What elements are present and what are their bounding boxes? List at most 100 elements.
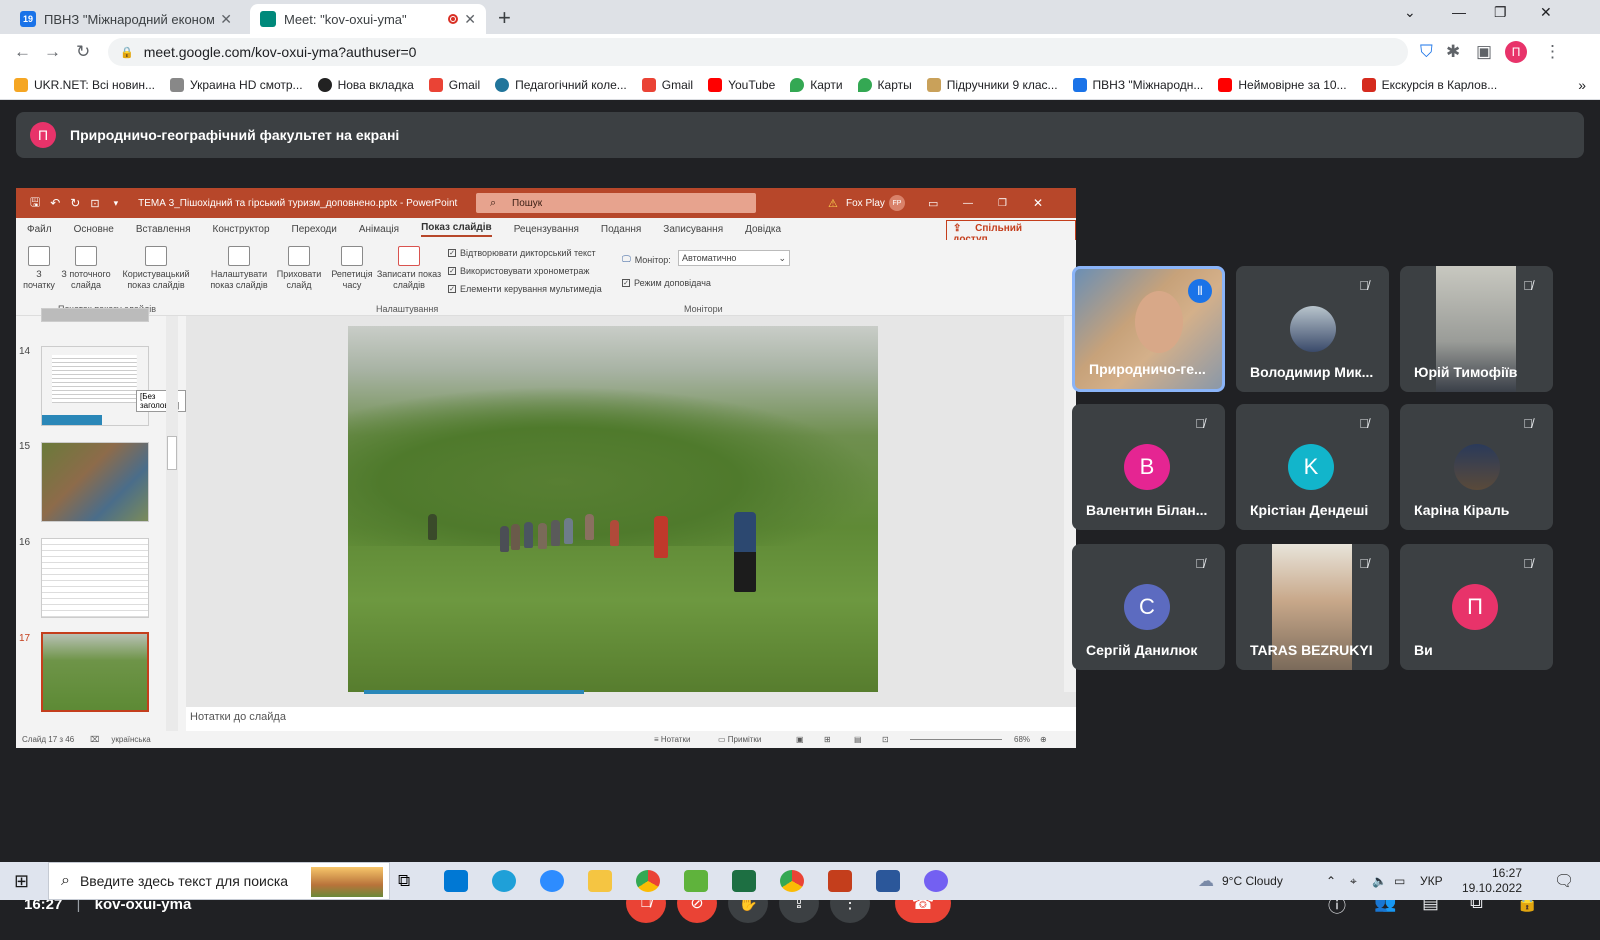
rehearse-button[interactable]: Репетиція часу [330, 246, 374, 291]
participant-tile[interactable]: 🎙̸ В Валентин Білан... [1072, 404, 1225, 530]
bookmark[interactable]: Педагогічний коле... [495, 77, 627, 92]
slide-thumbnail[interactable] [41, 442, 149, 522]
reload-icon[interactable]: ↻ [76, 42, 90, 62]
presenter-view-checkbox[interactable]: ✓ Режим доповідача [622, 278, 711, 288]
monitor-select[interactable]: Автоматично ⌄ [678, 250, 790, 266]
zoom-icon[interactable] [540, 870, 564, 892]
viber-icon[interactable] [924, 870, 948, 892]
minimize-button[interactable]: — [1452, 4, 1466, 20]
participant-tile[interactable]: 🎙̸ П Ви [1400, 544, 1553, 670]
side-panel-icon[interactable]: ▣ [1476, 42, 1492, 62]
windows-start-icon[interactable]: ⊞ [14, 871, 29, 892]
redo-icon[interactable]: ↻ [70, 196, 80, 210]
restore-button[interactable]: ❐ [1494, 4, 1507, 21]
url-bar[interactable]: 🔒 meet.google.com/kov-oxui-yma?authuser=… [108, 38, 1408, 66]
tab-insert[interactable]: Вставлення [136, 224, 191, 235]
close-window-button[interactable]: ✕ [1540, 4, 1552, 21]
comments-button[interactable]: ▭ Примітки [718, 735, 761, 744]
excel-icon[interactable] [732, 870, 756, 892]
bookmark[interactable]: Украина HD смотр... [170, 77, 303, 92]
slideshow-view-icon[interactable]: ⊡ [882, 735, 889, 744]
tab-transitions[interactable]: Переходи [292, 224, 337, 235]
from-current-button[interactable]: З поточного слайда [58, 246, 114, 291]
weather-widget[interactable]: ☁ 9°C Cloudy [1198, 862, 1283, 900]
edge-icon[interactable] [492, 870, 516, 892]
customize-qat-icon[interactable]: ▾ [114, 198, 119, 209]
slide-sorter-icon[interactable]: ⊞ [824, 735, 831, 744]
setup-show-button[interactable]: Налаштувати показ слайдів [206, 246, 272, 291]
slide-thumbnail[interactable] [41, 308, 149, 322]
tab-slideshow[interactable]: Показ слайдів [421, 222, 492, 237]
bookmark[interactable]: Неймовірне за 10... [1218, 77, 1347, 92]
close-tab-icon[interactable]: ✕ [220, 11, 232, 28]
record-show-button[interactable]: Записати показ слайдів [374, 246, 444, 291]
save-icon[interactable]: 🖫 [30, 193, 40, 214]
more-bookmarks-icon[interactable]: » [1578, 77, 1586, 93]
volume-icon[interactable]: 🔈 [1372, 862, 1387, 900]
powerpoint-icon[interactable] [828, 870, 852, 892]
profile-avatar[interactable]: П [1505, 41, 1527, 63]
notes-button[interactable]: ≡ Нотатки [654, 735, 690, 744]
extensions-icon[interactable]: ✱ [1446, 42, 1460, 62]
file-explorer-icon[interactable] [588, 870, 612, 892]
utorrent-icon[interactable] [684, 870, 708, 892]
participant-tile[interactable]: 🎙̸ Володимир Мик... [1236, 266, 1389, 392]
participant-tile[interactable]: ⦀ Природничо-ге... [1072, 266, 1225, 392]
reading-view-icon[interactable]: ▤ [854, 735, 862, 744]
language[interactable]: українська [111, 735, 150, 744]
tray-overflow-icon[interactable]: ⌃ [1326, 862, 1336, 900]
notes-pane[interactable]: Нотатки до слайда [186, 707, 1076, 731]
slide-thumbnail[interactable] [41, 538, 149, 618]
tab-search-icon[interactable]: ⌄ [1404, 4, 1416, 21]
bookmark[interactable]: Підручники 9 клас... [926, 77, 1058, 92]
back-icon[interactable]: ← [14, 42, 31, 62]
extension-shield-icon[interactable]: ⛉ [1420, 42, 1433, 62]
notifications-icon[interactable]: 🗨 [1554, 862, 1574, 900]
menu-kebab-icon[interactable]: ⋮ [1544, 42, 1561, 62]
minimize-button[interactable]: — [963, 198, 973, 209]
timings-checkbox[interactable]: ✓ Використовувати хронометраж [448, 266, 589, 276]
tab-view[interactable]: Подання [601, 224, 641, 235]
bookmark[interactable]: Gmail [428, 77, 480, 92]
close-button[interactable]: ✕ [1033, 196, 1043, 210]
tab-recording[interactable]: Записування [663, 224, 723, 235]
bookmark[interactable]: Gmail [641, 77, 693, 92]
bookmark[interactable]: Екскурсія в Карлов... [1361, 77, 1497, 92]
normal-view-icon[interactable]: ▣ [796, 735, 804, 744]
tab-home[interactable]: Основне [74, 224, 114, 235]
bookmark[interactable]: ПВНЗ "Міжнародн... [1072, 77, 1203, 92]
from-start-button[interactable]: З початку [22, 246, 56, 291]
task-view-icon[interactable]: ⧉ [398, 871, 410, 891]
present-icon[interactable]: ⊡ [90, 197, 99, 210]
media-controls-checkbox[interactable]: ✓ Елементи керування мультимедіа [448, 284, 602, 294]
custom-show-button[interactable]: Користувацький показ слайдів [118, 246, 194, 291]
word-icon[interactable] [876, 870, 900, 892]
restore-button[interactable]: ❐ [998, 198, 1007, 209]
zoom-level[interactable]: 68% [1014, 735, 1030, 744]
hide-slide-button[interactable]: Приховати слайд [274, 246, 324, 291]
thumbnail-scrollbar[interactable] [166, 316, 178, 731]
participant-tile[interactable]: 🎙̸ Юрій Тимофіїв [1400, 266, 1553, 392]
tab-meet[interactable]: Meet: "kov-oxui-yma" ✕ [250, 4, 486, 34]
user-avatar[interactable]: FP [889, 195, 905, 211]
store-icon[interactable] [444, 870, 468, 892]
undo-icon[interactable]: ↶ [50, 196, 60, 210]
bookmark[interactable]: Карты [857, 77, 912, 92]
ribbon-display-icon[interactable]: ▭ [928, 197, 938, 210]
tab-animations[interactable]: Анімація [359, 224, 399, 235]
bookmark[interactable]: UKR.NET: Всі новин... [14, 77, 155, 92]
forward-icon[interactable]: → [44, 42, 61, 62]
tab-design[interactable]: Конструктор [213, 224, 270, 235]
accessibility-icon[interactable]: ⌧ [90, 735, 99, 744]
fit-slide-icon[interactable]: ⊕ [1040, 735, 1047, 744]
language-indicator[interactable]: УКР [1420, 862, 1443, 900]
battery-icon[interactable]: ▭ [1394, 862, 1405, 900]
tab-file[interactable]: Файл [27, 224, 52, 235]
slide-thumbnail[interactable] [41, 346, 149, 426]
slide-thumbnail-selected[interactable] [41, 632, 149, 712]
close-tab-icon[interactable]: ✕ [464, 11, 476, 28]
clock[interactable]: 16:27 19.10.2022 [1456, 862, 1522, 900]
narration-checkbox[interactable]: ✓ Відтворювати дикторський текст [448, 248, 596, 258]
network-camera-icon[interactable]: ⌖ [1350, 862, 1357, 900]
bookmark[interactable]: Нова вкладка [317, 77, 414, 92]
